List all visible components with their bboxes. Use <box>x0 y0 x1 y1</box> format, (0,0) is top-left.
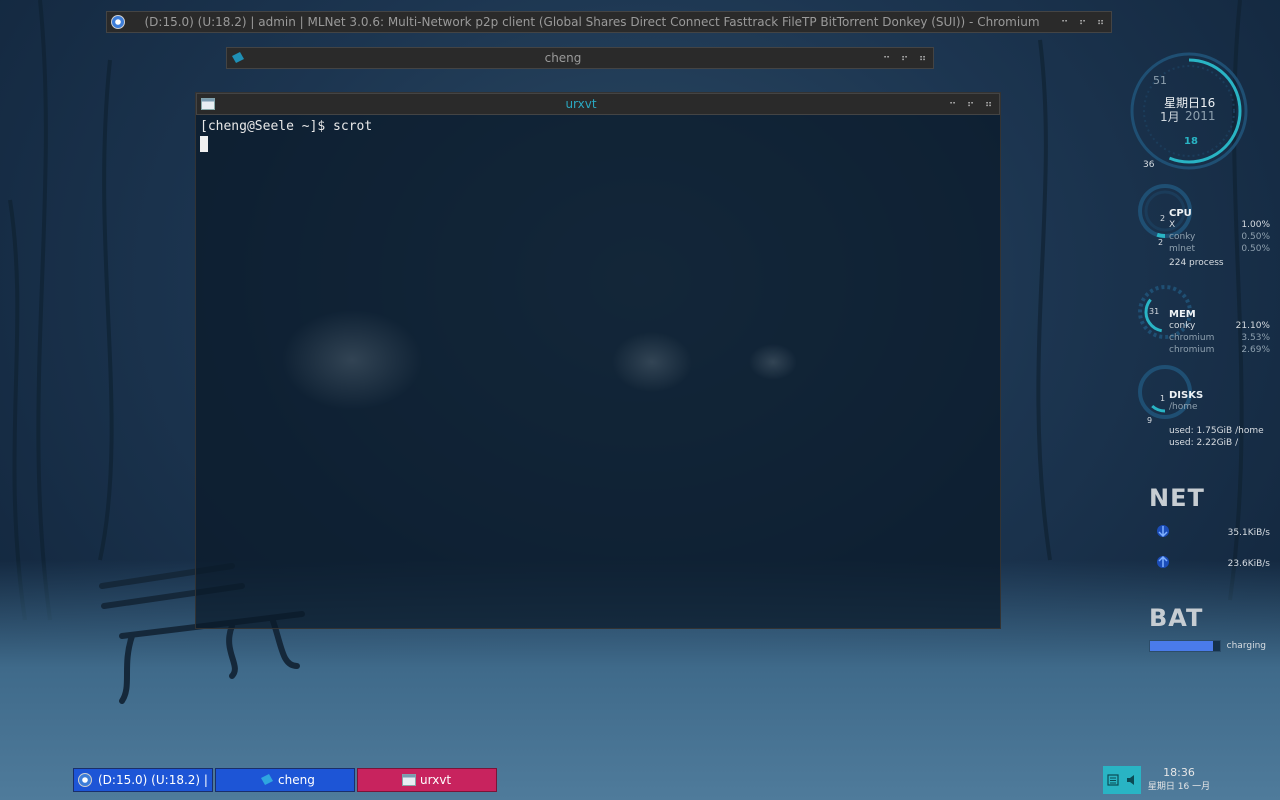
mem-row: chromium 2.69% <box>1169 345 1270 355</box>
conky-cpu: 2 2 CPU X 1.00% conky 0.50% mlnet 0.50% 224… <box>1157 208 1270 269</box>
urxvt-window-titlebar[interactable]: urxvt ⠒ ⠖ ⠶ <box>196 93 1000 115</box>
disk-used-root: used: 2.22GiB / <box>1169 438 1239 448</box>
battery-status: charging <box>1226 641 1266 651</box>
cpu-core-2: 2 <box>1158 238 1164 247</box>
clock-month: 1月 <box>1160 110 1180 124</box>
terminal-icon <box>201 98 215 110</box>
mem-label: MEM <box>1169 309 1196 320</box>
arrow-down-icon <box>1157 525 1169 538</box>
keyboard-icon[interactable] <box>1106 773 1119 787</box>
window-buttons: ⠒ ⠖ ⠶ <box>875 53 933 64</box>
process-count: 224 process <box>1169 258 1224 268</box>
taskbar-item-label: urxvt <box>420 773 452 787</box>
system-tray <box>1103 766 1141 794</box>
cheng-window-titlebar[interactable]: cheng ⠒ ⠖ ⠶ <box>226 47 934 69</box>
chromium-icon <box>111 15 125 29</box>
window-buttons: ⠒ ⠖ ⠶ <box>1053 17 1111 28</box>
cpu-row: mlnet 0.50% <box>1169 244 1270 254</box>
taskbar-clock[interactable]: 18:36 星期日 16 一月 <box>1146 766 1212 792</box>
conky-clock: 51 星期日16 1月 2011 18 36 <box>1128 50 1250 172</box>
chromium-window-titlebar[interactable]: (D:15.0) (U:18.2) | admin | MLNet 3.0.6:… <box>106 11 1112 33</box>
clock-minute-mark: 51 <box>1153 74 1167 87</box>
taskbar-item-cheng[interactable]: cheng <box>215 768 355 792</box>
net-up-speed: 23.6KiB/s <box>1227 559 1270 569</box>
folder-icon <box>261 774 273 785</box>
clock-seconds: 18 <box>1184 136 1198 147</box>
conky-mem: 31 MEM conky 21.10% chromium 3.53% chromiu… <box>1149 307 1270 356</box>
taskbar-item-label: (D:15.0) (U:18.2) | ⋯ <box>98 773 212 787</box>
clock-hour-mark: 36 <box>1143 160 1155 170</box>
net-down-speed: 35.1KiB/s <box>1227 528 1270 538</box>
minimize-button[interactable]: ⠒ <box>881 53 891 64</box>
volume-icon[interactable] <box>1126 773 1138 787</box>
urxvt-window[interactable]: urxvt ⠒ ⠖ ⠶ [cheng@Seele ~]$ scrot <box>195 92 1001 629</box>
close-button[interactable]: ⠶ <box>1095 17 1105 28</box>
disk-used-home: used: 1.75GiB /home <box>1169 426 1264 436</box>
minimize-button[interactable]: ⠒ <box>1059 17 1069 28</box>
cpu-core-1: 2 <box>1160 214 1166 223</box>
chromium-window-title: (D:15.0) (U:18.2) | admin | MLNet 3.0.6:… <box>144 15 1040 29</box>
disks-ring-a: 1 <box>1160 394 1166 403</box>
taskbar-item-urxvt[interactable]: urxvt <box>357 768 497 792</box>
arrow-up-icon <box>1157 555 1169 568</box>
window-buttons: ⠒ ⠖ ⠶ <box>941 99 999 110</box>
mem-ring-value: 31 <box>1149 307 1160 316</box>
battery-bar <box>1149 640 1221 652</box>
maximize-button[interactable]: ⠖ <box>899 53 909 64</box>
battery-bar-fill <box>1150 641 1213 651</box>
bat-label: BAT <box>1149 604 1204 632</box>
clock-year: 2011 <box>1185 109 1216 123</box>
terminal-prompt-line: [cheng@Seele ~]$ scrot <box>200 119 373 134</box>
maximize-button[interactable]: ⠖ <box>965 99 975 110</box>
net-label: NET <box>1149 484 1205 512</box>
clock-date: 星期日 16 一月 <box>1147 782 1211 792</box>
folder-icon <box>232 52 244 63</box>
cpu-label: CPU <box>1169 208 1192 219</box>
close-button[interactable]: ⠶ <box>917 53 927 64</box>
cpu-row: X 1.00% <box>1169 220 1270 230</box>
cheng-window-title: cheng <box>544 51 582 65</box>
disks-ring-b: 9 <box>1147 416 1153 425</box>
mem-row: chromium 3.53% <box>1169 333 1270 343</box>
disks-mount: /home <box>1169 402 1198 412</box>
cpu-row: conky 0.50% <box>1169 232 1270 242</box>
urxvt-window-title: urxvt <box>565 97 597 111</box>
conky-disks: 1 9 DISKS /home used: 1.75GiB /home used… <box>1147 390 1270 449</box>
taskbar-item-label: cheng <box>278 773 315 787</box>
close-button[interactable]: ⠶ <box>983 99 993 110</box>
mem-row: conky 21.10% <box>1169 321 1270 331</box>
terminal-output[interactable]: [cheng@Seele ~]$ scrot <box>196 115 1000 628</box>
minimize-button[interactable]: ⠒ <box>947 99 957 110</box>
clock-time: 18:36 <box>1163 766 1195 779</box>
maximize-button[interactable]: ⠖ <box>1077 17 1087 28</box>
text-cursor <box>200 135 208 152</box>
chromium-icon <box>78 773 92 787</box>
terminal-icon <box>402 774 416 786</box>
disks-label: DISKS <box>1169 390 1204 401</box>
taskbar-item-chromium[interactable]: (D:15.0) (U:18.2) | ⋯ <box>73 768 213 792</box>
terminal-input-line[interactable] <box>200 135 996 152</box>
